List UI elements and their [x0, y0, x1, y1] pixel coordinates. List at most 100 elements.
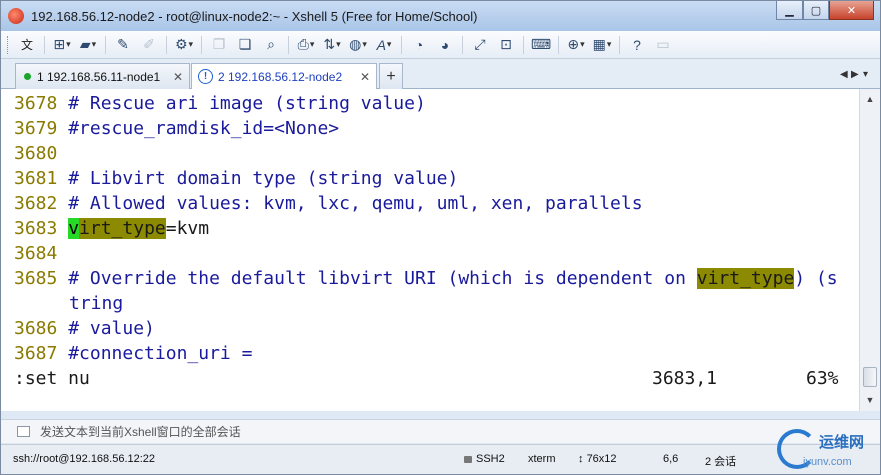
- eraser-icon[interactable]: ✐: [138, 34, 160, 56]
- alert-icon: !: [198, 69, 213, 84]
- help-icon[interactable]: ?: [626, 34, 648, 56]
- tab-bar: 1 192.168.56.11-node1 ✕ ! 2 192.168.56.1…: [1, 59, 880, 89]
- line-number: 3687: [14, 343, 58, 364]
- tab-list-icon[interactable]: ▾: [863, 69, 868, 80]
- paste-icon[interactable]: ❏: [234, 34, 256, 56]
- status-bar: ssh://root@192.168.56.12:22 SSH2 xterm ↕…: [1, 444, 880, 474]
- brush-icon[interactable]: ✎: [112, 34, 134, 56]
- terminal-line: 3683 virt_type=kvm: [14, 216, 209, 241]
- globe-icon[interactable]: ◍: [347, 34, 369, 56]
- terminal-line: 3682 # Allowed values: kvm, lxc, qemu, u…: [14, 191, 643, 216]
- font-icon[interactable]: A: [373, 34, 395, 56]
- lock-icon: [464, 455, 472, 463]
- toolbar: 文 ⊞ ▰ ✎ ✐ ⚙ ❐ ❏ ⌕ ⎙ ⇅ ◍ A ◔ ◕ ⤢ ⊡ ⌨ ⊕ ▦ …: [1, 31, 880, 59]
- terminal-line: 3685 # Override the default libvirt URI …: [14, 266, 838, 291]
- chat-icon[interactable]: ▭: [652, 34, 674, 56]
- terminal-size-label: 76x12: [586, 453, 617, 465]
- properties-icon[interactable]: ⚙: [173, 34, 195, 56]
- layout-icon[interactable]: ▦: [591, 34, 613, 56]
- terminal-area[interactable]: 3678 # Rescue ari image (string value) 3…: [1, 89, 859, 411]
- keyboard-icon[interactable]: ⌨: [530, 34, 552, 56]
- toolbar-separator: [619, 35, 620, 54]
- resize-icon: ↕: [578, 453, 587, 465]
- vim-cursor-position: 3683,1: [652, 368, 718, 389]
- line-number: 3682: [14, 193, 58, 214]
- line-text: # Override the default libvirt URI (whic…: [68, 268, 697, 289]
- terminal-size: ↕ 76x12: [578, 453, 617, 465]
- line-number: 3681: [14, 168, 58, 189]
- vim-scroll-percent: 63%: [806, 368, 839, 389]
- terminal-line: 3679 #rescue_ramdisk_id=<None>: [14, 116, 339, 141]
- line-text: =kvm: [165, 218, 210, 239]
- search-highlight: irt_type: [79, 218, 166, 239]
- line-text: # Libvirt domain type (string value): [68, 168, 459, 189]
- language-button[interactable]: 文: [16, 34, 38, 56]
- terminal-line-wrap: tring: [69, 291, 123, 316]
- xftp-icon[interactable]: ◔: [408, 34, 430, 56]
- line-text: tring: [69, 293, 124, 314]
- watermark-name: 运维网: [819, 434, 865, 451]
- copy-icon[interactable]: ❐: [208, 34, 230, 56]
- line-text: # Rescue ari image (string value): [68, 93, 426, 114]
- tab-scroll-right-icon[interactable]: ▶: [851, 69, 859, 80]
- terminal-line: 3681 # Libvirt domain type (string value…: [14, 166, 458, 191]
- xshell-logo-icon: [8, 8, 24, 24]
- cursor-position: 6,6: [663, 453, 679, 465]
- language-label: 文: [20, 38, 33, 52]
- add-tab-button[interactable]: +: [379, 63, 403, 89]
- line-number: 3680: [14, 143, 58, 164]
- scroll-down-icon[interactable]: ▼: [860, 391, 880, 408]
- line-number: 3679: [14, 118, 58, 139]
- site-watermark: 运维网 iyunv.com: [773, 427, 881, 475]
- xshell-window: 192.168.56.12-node2 - root@linux-node2:~…: [0, 0, 881, 475]
- close-button[interactable]: ✕: [829, 1, 874, 20]
- session-count: 2 会话: [705, 456, 737, 468]
- terminal-line: 3678 # Rescue ari image (string value): [14, 91, 426, 116]
- title-bar: 192.168.56.12-node2 - root@linux-node2:~…: [1, 1, 880, 31]
- watermark-url: iyunv.com: [803, 456, 852, 468]
- print-icon[interactable]: ⎙: [295, 34, 317, 56]
- tab-close-icon[interactable]: ✕: [360, 70, 370, 84]
- maximize-button[interactable]: ▢: [803, 1, 829, 20]
- tab-scroll-left-icon[interactable]: ◀: [840, 69, 848, 80]
- line-number: 3683: [14, 218, 58, 239]
- line-number: 3685: [14, 268, 58, 289]
- connected-status-icon: [24, 73, 31, 80]
- line-text: ) (s: [794, 268, 838, 289]
- minimize-button[interactable]: ▁: [776, 1, 803, 20]
- protocol-status: SSH2: [464, 453, 505, 465]
- vertical-scrollbar[interactable]: ▲ ▼: [859, 89, 880, 411]
- toolbar-separator: [401, 35, 402, 54]
- compose-checkbox-icon[interactable]: [17, 426, 30, 437]
- transfer-icon[interactable]: ⇅: [321, 34, 343, 56]
- toolbar-separator: [105, 35, 106, 54]
- compose-bar[interactable]: 发送文本到当前Xshell窗口的全部会话: [1, 419, 880, 443]
- tab-session-2[interactable]: ! 2 192.168.56.12-node2 ✕: [191, 63, 377, 89]
- search-highlight: virt_type: [696, 268, 795, 289]
- scroll-thumb[interactable]: [863, 367, 877, 387]
- fullscreen-icon[interactable]: ⤢: [469, 34, 491, 56]
- tab-close-icon[interactable]: ✕: [173, 70, 183, 84]
- new-session-icon[interactable]: ⊞: [51, 34, 73, 56]
- scroll-up-icon[interactable]: ▲: [860, 90, 880, 107]
- compose-input[interactable]: 发送文本到当前Xshell窗口的全部会话: [40, 423, 241, 440]
- open-folder-icon[interactable]: ▰: [77, 34, 99, 56]
- toolbar-separator: [44, 35, 45, 54]
- line-text: # value): [68, 318, 155, 339]
- vim-command-line: :set nu: [14, 368, 90, 389]
- toolbar-grip[interactable]: [7, 35, 10, 54]
- toolbar-separator: [558, 35, 559, 54]
- window-title: 192.168.56.12-node2 - root@linux-node2:~…: [31, 8, 478, 24]
- tab-session-1[interactable]: 1 192.168.56.11-node1 ✕: [15, 63, 190, 89]
- add-pane-icon[interactable]: ⊕: [565, 34, 587, 56]
- line-number: 3678: [14, 93, 58, 114]
- toolbar-separator: [462, 35, 463, 54]
- xmanager-icon[interactable]: ◕: [434, 34, 456, 56]
- line-text: #connection_uri =: [68, 343, 253, 364]
- toolbar-separator: [166, 35, 167, 54]
- tab-label: 2 192.168.56.12-node2: [218, 69, 343, 84]
- connection-address: ssh://root@192.168.56.12:22: [13, 453, 156, 465]
- find-icon[interactable]: ⌕: [260, 34, 282, 56]
- lock-icon[interactable]: ⊡: [495, 34, 517, 56]
- protocol-label: SSH2: [476, 453, 505, 465]
